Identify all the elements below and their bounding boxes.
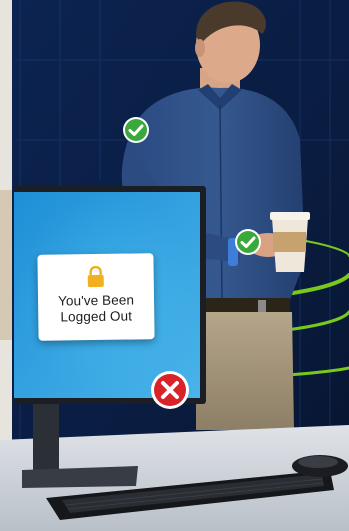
logged-out-message: You've Been Logged Out	[57, 292, 135, 325]
checkmark-icon	[234, 228, 262, 256]
logged-out-notice: You've Been Logged Out	[37, 253, 155, 341]
checkmark-icon	[122, 116, 150, 144]
close-x-icon	[150, 370, 190, 410]
coffee-cup	[270, 212, 310, 272]
lock-icon	[87, 265, 105, 288]
mouse	[292, 455, 348, 477]
